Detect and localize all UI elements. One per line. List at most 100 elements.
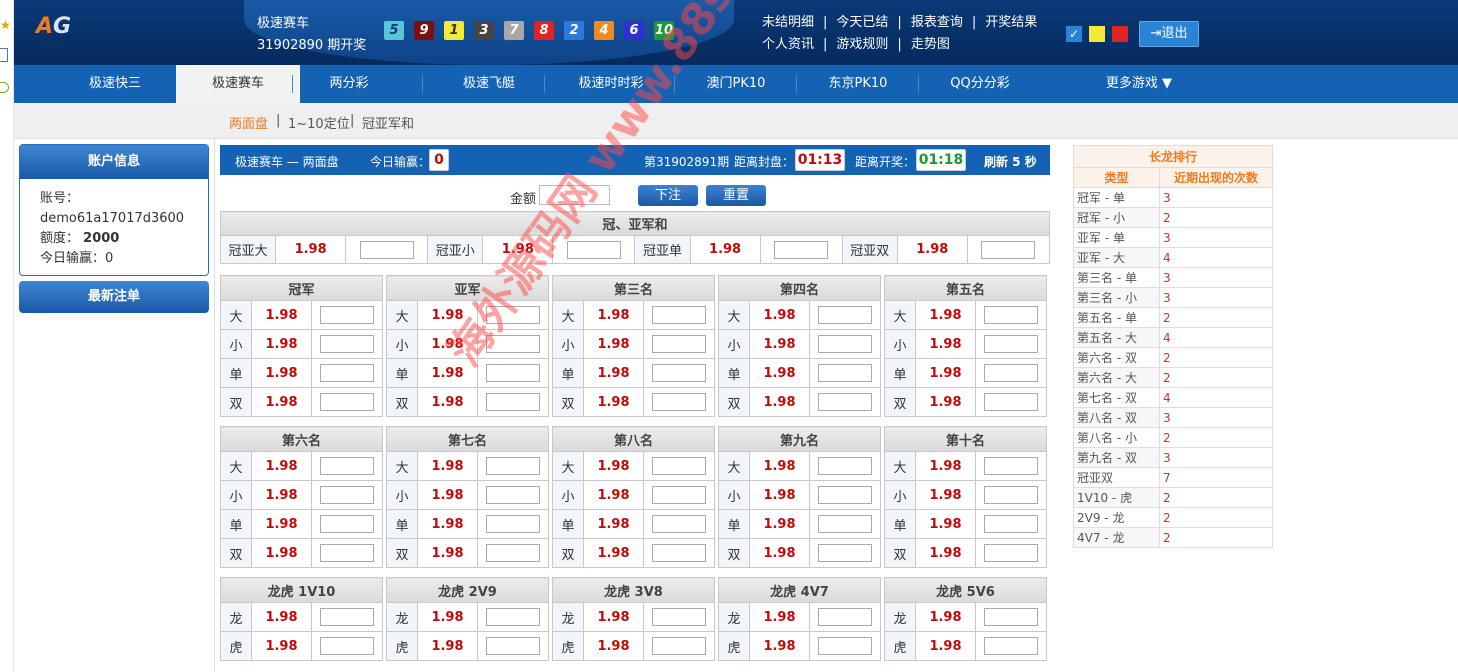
bet-option-odds[interactable]: 1.98 bbox=[583, 451, 644, 481]
nav-tab[interactable]: 极速赛车 bbox=[176, 65, 300, 103]
nav-tab[interactable]: 两分彩 bbox=[294, 65, 404, 103]
bet-input[interactable] bbox=[320, 486, 374, 504]
bet-option-odds[interactable]: 1.98 bbox=[915, 631, 976, 661]
sum-bet-odds[interactable]: 1.98 bbox=[482, 235, 554, 264]
bet-option-odds[interactable]: 1.98 bbox=[417, 451, 478, 481]
bet-input[interactable] bbox=[984, 515, 1038, 533]
bet-input[interactable] bbox=[652, 335, 706, 353]
sum-bet-input[interactable] bbox=[566, 240, 621, 259]
nav-tab[interactable]: 东京PK10 bbox=[798, 65, 918, 103]
bet-option-odds[interactable]: 1.98 bbox=[749, 631, 810, 661]
bet-input[interactable] bbox=[818, 544, 872, 562]
bet-option-odds[interactable]: 1.98 bbox=[915, 480, 976, 510]
bet-option-odds[interactable]: 1.98 bbox=[583, 300, 644, 330]
color-swatch[interactable] bbox=[1089, 26, 1105, 42]
bet-option-odds[interactable]: 1.98 bbox=[417, 300, 478, 330]
bet-input[interactable] bbox=[320, 364, 374, 382]
bet-input[interactable] bbox=[320, 608, 374, 626]
bet-input[interactable] bbox=[818, 637, 872, 655]
bet-input[interactable] bbox=[984, 306, 1038, 324]
bet-option-odds[interactable]: 1.98 bbox=[915, 387, 976, 417]
nav-tab[interactable]: 极速快三 bbox=[60, 65, 170, 103]
bet-option-odds[interactable]: 1.98 bbox=[417, 538, 478, 568]
bet-input[interactable] bbox=[818, 486, 872, 504]
bet-input[interactable] bbox=[486, 608, 540, 626]
bet-option-odds[interactable]: 1.98 bbox=[749, 509, 810, 539]
nav-tab[interactable]: QQ分分彩 bbox=[920, 65, 1040, 103]
bet-input[interactable] bbox=[652, 608, 706, 626]
top-link[interactable]: 走势图 bbox=[911, 37, 950, 52]
subnav-item[interactable]: 冠亚军和 bbox=[362, 113, 414, 132]
bet-option-odds[interactable]: 1.98 bbox=[749, 451, 810, 481]
top-link[interactable]: 报表查询 bbox=[911, 15, 963, 30]
bet-input[interactable] bbox=[486, 544, 540, 562]
bet-input[interactable] bbox=[486, 637, 540, 655]
bet-option-odds[interactable]: 1.98 bbox=[417, 631, 478, 661]
bet-option-odds[interactable]: 1.98 bbox=[583, 358, 644, 388]
bet-input[interactable] bbox=[818, 364, 872, 382]
bet-option-odds[interactable]: 1.98 bbox=[417, 480, 478, 510]
bet-input[interactable] bbox=[984, 637, 1038, 655]
nav-tab[interactable]: 极速时时彩 bbox=[546, 65, 676, 103]
bet-input[interactable] bbox=[984, 457, 1038, 475]
bet-input[interactable] bbox=[652, 306, 706, 324]
recent-bets-button[interactable]: 最新注单 bbox=[19, 281, 209, 313]
bet-input[interactable] bbox=[320, 637, 374, 655]
bet-option-odds[interactable]: 1.98 bbox=[583, 387, 644, 417]
bet-input[interactable] bbox=[818, 335, 872, 353]
sum-bet-odds[interactable]: 1.98 bbox=[689, 235, 761, 264]
color-swatch[interactable] bbox=[1112, 26, 1128, 42]
subnav-item[interactable]: 1~10定位 bbox=[288, 113, 350, 132]
bet-input[interactable] bbox=[486, 393, 540, 411]
bet-input[interactable] bbox=[984, 608, 1038, 626]
bet-option-odds[interactable]: 1.98 bbox=[251, 300, 312, 330]
bet-input[interactable] bbox=[818, 515, 872, 533]
bet-option-odds[interactable]: 1.98 bbox=[417, 358, 478, 388]
bet-option-odds[interactable]: 1.98 bbox=[417, 509, 478, 539]
bet-input[interactable] bbox=[652, 637, 706, 655]
bet-option-odds[interactable]: 1.98 bbox=[583, 329, 644, 359]
bet-option-odds[interactable]: 1.98 bbox=[915, 451, 976, 481]
bet-input[interactable] bbox=[984, 544, 1038, 562]
bet-option-odds[interactable]: 1.98 bbox=[417, 329, 478, 359]
bet-input[interactable] bbox=[652, 393, 706, 411]
bet-input[interactable] bbox=[486, 306, 540, 324]
sum-bet-input[interactable] bbox=[359, 240, 414, 259]
amount-input[interactable] bbox=[539, 185, 610, 205]
bet-input[interactable] bbox=[652, 364, 706, 382]
bet-option-odds[interactable]: 1.98 bbox=[251, 538, 312, 568]
bet-input[interactable] bbox=[818, 306, 872, 324]
bet-input[interactable] bbox=[652, 544, 706, 562]
bet-option-odds[interactable]: 1.98 bbox=[915, 358, 976, 388]
checkbox-swatch[interactable]: ✓ bbox=[1066, 26, 1082, 42]
bet-input[interactable] bbox=[486, 515, 540, 533]
bet-option-odds[interactable]: 1.98 bbox=[417, 387, 478, 417]
bet-input[interactable] bbox=[652, 515, 706, 533]
bet-input[interactable] bbox=[984, 335, 1038, 353]
bet-option-odds[interactable]: 1.98 bbox=[915, 602, 976, 632]
bet-input[interactable] bbox=[818, 393, 872, 411]
bet-input[interactable] bbox=[984, 393, 1038, 411]
bet-option-odds[interactable]: 1.98 bbox=[251, 451, 312, 481]
bet-option-odds[interactable]: 1.98 bbox=[251, 509, 312, 539]
bet-input[interactable] bbox=[320, 457, 374, 475]
bet-input[interactable] bbox=[652, 457, 706, 475]
bet-option-odds[interactable]: 1.98 bbox=[583, 538, 644, 568]
logout-button[interactable]: ⇥退出 bbox=[1139, 21, 1199, 47]
bet-input[interactable] bbox=[984, 364, 1038, 382]
sum-bet-input[interactable] bbox=[981, 240, 1036, 259]
nav-tab[interactable]: 极速飞艇 bbox=[424, 65, 554, 103]
bet-option-odds[interactable]: 1.98 bbox=[583, 602, 644, 632]
subnav-item[interactable]: 两面盘 bbox=[229, 113, 268, 132]
bet-option-odds[interactable]: 1.98 bbox=[583, 509, 644, 539]
bet-option-odds[interactable]: 1.98 bbox=[251, 358, 312, 388]
bet-option-odds[interactable]: 1.98 bbox=[915, 538, 976, 568]
bet-option-odds[interactable]: 1.98 bbox=[583, 480, 644, 510]
bet-input[interactable] bbox=[818, 457, 872, 475]
bet-option-odds[interactable]: 1.98 bbox=[251, 329, 312, 359]
bet-input[interactable] bbox=[652, 486, 706, 504]
bet-input[interactable] bbox=[486, 364, 540, 382]
sum-bet-odds[interactable]: 1.98 bbox=[275, 235, 347, 264]
bet-option-odds[interactable]: 1.98 bbox=[417, 602, 478, 632]
bet-input[interactable] bbox=[320, 306, 374, 324]
